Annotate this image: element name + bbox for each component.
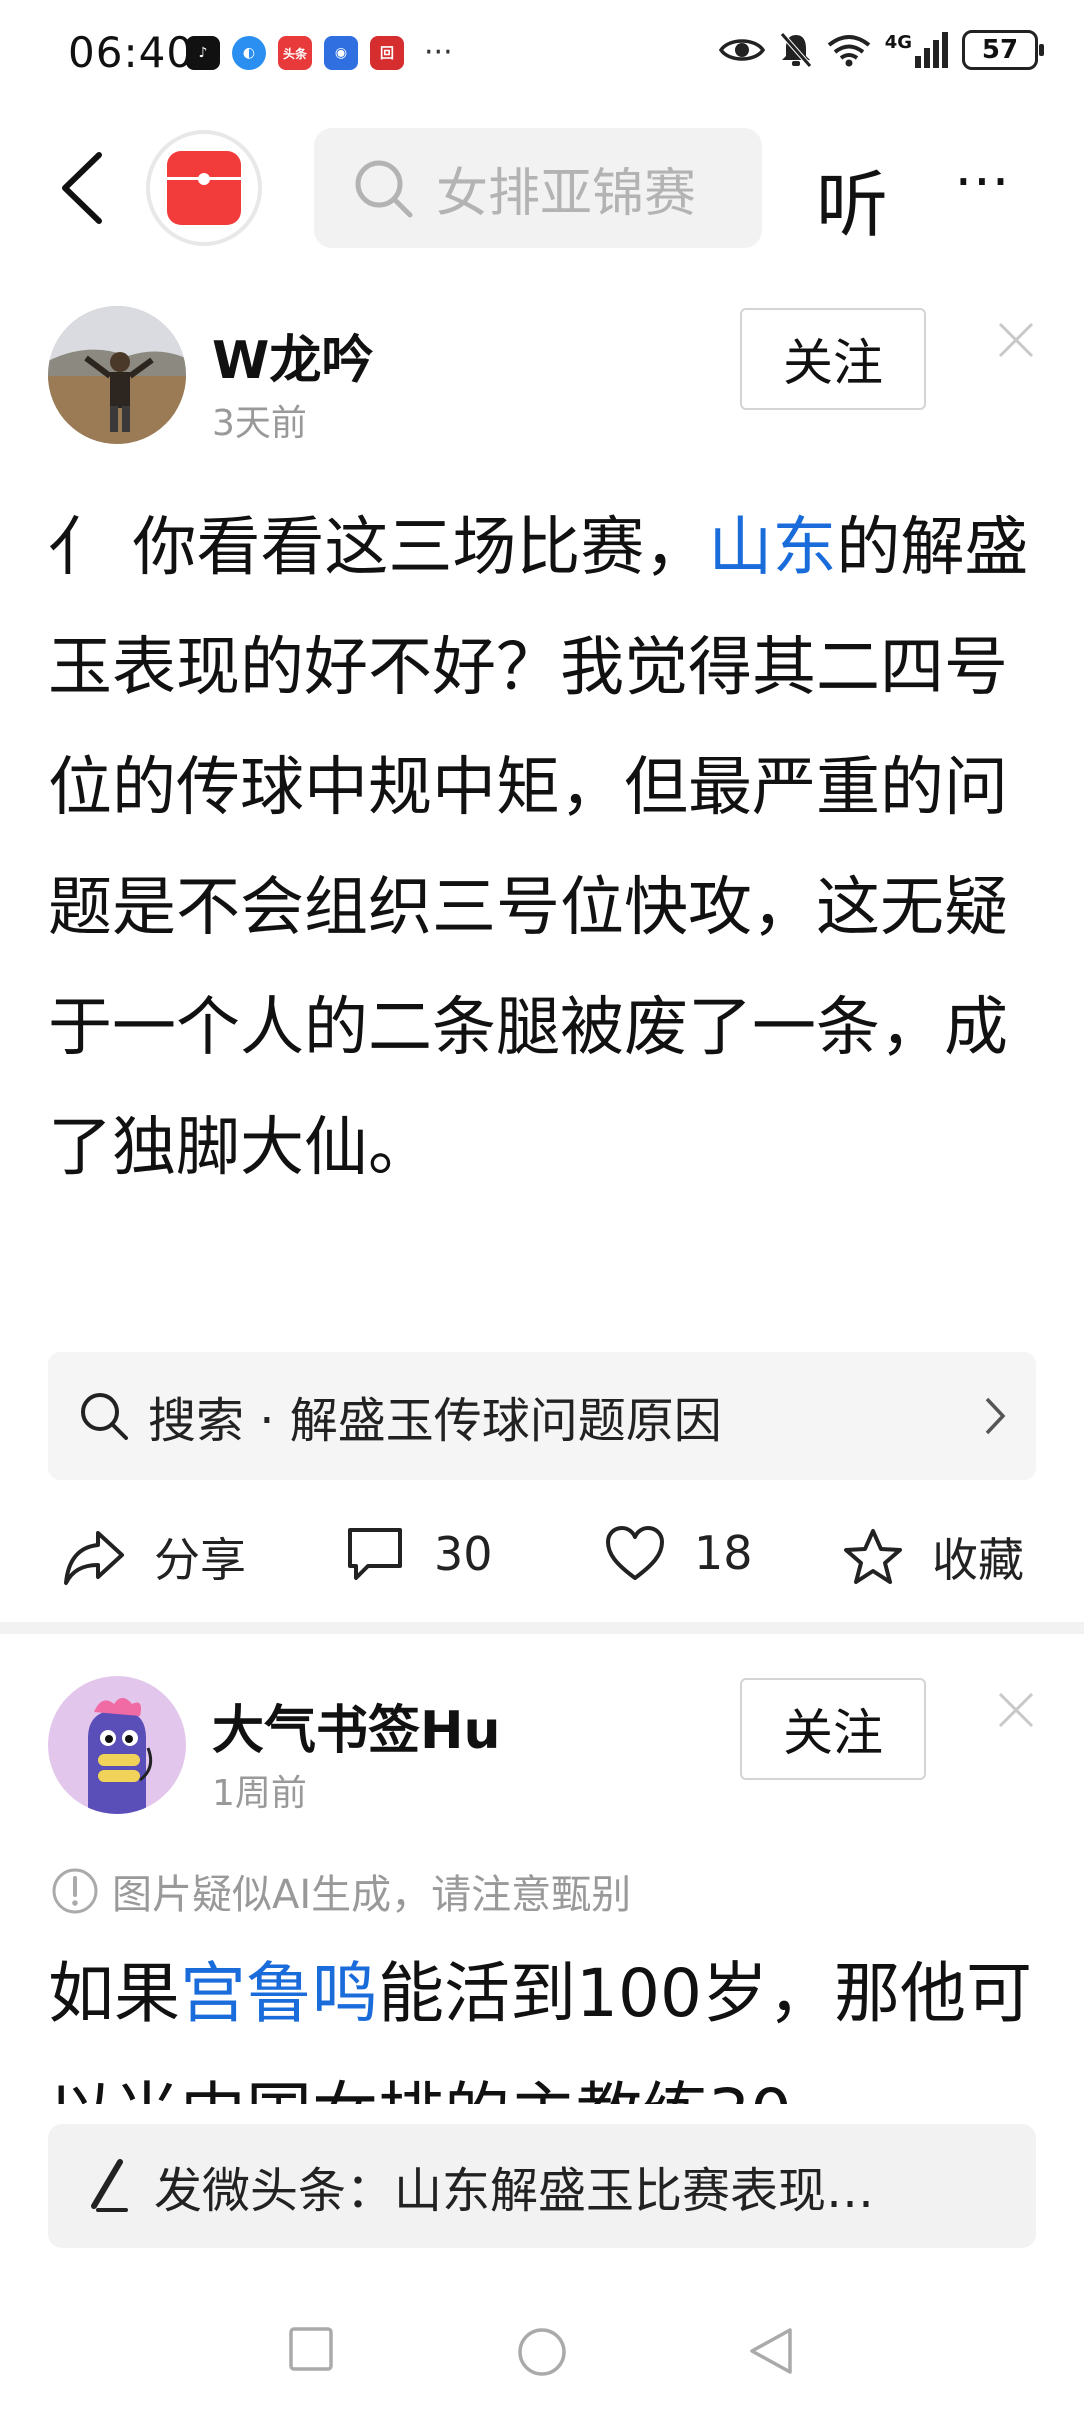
- search-icon: [355, 160, 413, 218]
- compose-bar[interactable]: 发微头条：山东解盛玉比赛表现…: [48, 2124, 1036, 2248]
- avatar-cartoon: [48, 1676, 186, 1814]
- app-blue-icon: ◉: [324, 36, 358, 70]
- follow-button[interactable]: 关注: [740, 308, 926, 410]
- post-time: 1周前: [212, 1773, 307, 1814]
- search-bar[interactable]: 女排亚锦赛: [314, 128, 762, 248]
- share-label: 分享: [154, 1533, 246, 1587]
- app-red-icon: 回: [370, 36, 404, 70]
- avatar-photo: [48, 306, 186, 444]
- post-text-prefix: 亻 你看看这三场比赛，: [48, 511, 709, 585]
- post-divider: [0, 1622, 1084, 1634]
- topic-link[interactable]: 山东: [708, 511, 836, 585]
- comment-button[interactable]: 30: [344, 1524, 493, 1584]
- tiktok-icon: ♪: [186, 36, 220, 70]
- ai-notice-text: 图片疑似AI生成，请注意甄别: [112, 1872, 632, 1918]
- listen-button[interactable]: 听: [816, 146, 888, 251]
- post-content[interactable]: 如果宫鲁鸣能活到100岁，那他可以当中国女排的主教练30: [48, 1934, 1048, 2104]
- compose-prompt: 发微头条：山东解盛玉比赛表现…: [154, 2163, 875, 2219]
- avatar[interactable]: [48, 1676, 186, 1814]
- system-nav-bar: [0, 2280, 1084, 2412]
- notification-icons: ♪ ◐ 头条 ◉ 回 ···: [186, 36, 453, 70]
- ai-generated-notice: 图片疑似AI生成，请注意甄别: [50, 1862, 631, 1920]
- back-arrow-icon: [62, 152, 102, 224]
- comment-count: 30: [434, 1527, 493, 1581]
- status-time: 06:40: [68, 28, 195, 77]
- star-icon: [844, 1529, 902, 1584]
- favorite-label: 收藏: [932, 1533, 1024, 1587]
- eye-icon: [718, 39, 765, 61]
- chevron-right-icon: [985, 1397, 1006, 1435]
- wifi-icon: [827, 35, 870, 67]
- more-options-button[interactable]: ⋯: [954, 148, 1016, 213]
- app-logo-button[interactable]: [146, 130, 262, 246]
- avatar[interactable]: [48, 306, 186, 444]
- search-suggestion-text: 搜索 · 解盛玉传球问题原因: [148, 1393, 722, 1449]
- close-icon[interactable]: [996, 320, 1036, 360]
- back-button[interactable]: [46, 148, 116, 228]
- post-text-body: 的解盛玉表现的好不好？我觉得其二四号位的传球中规中矩，但最严重的问题是不会组织三…: [48, 511, 1029, 1185]
- author-name[interactable]: W龙吟: [212, 318, 373, 393]
- heart-icon: [606, 1526, 664, 1580]
- recent-apps-button[interactable]: [288, 2326, 334, 2372]
- post-header: 大气书签Hu 1周前 关注: [0, 1676, 1084, 1826]
- follow-button[interactable]: 关注: [740, 1678, 926, 1780]
- cell-signal-icon: 4G: [885, 32, 948, 68]
- share-icon: [64, 1531, 124, 1585]
- system-back-button[interactable]: [746, 2326, 794, 2376]
- post-actions: 分享 30 18 收藏: [0, 1500, 1084, 1610]
- toutiao-logo-icon: [167, 151, 241, 225]
- browser-icon: ◐: [232, 36, 266, 70]
- network-type: 4G: [884, 32, 912, 53]
- post-text-prefix: 如果: [48, 1955, 180, 2032]
- post-time: 3天前: [212, 403, 307, 444]
- share-button[interactable]: 分享: [62, 1524, 246, 1590]
- post-content[interactable]: 亻 你看看这三场比赛，山东的解盛玉表现的好不好？我觉得其二四号位的传球中规中矩，…: [48, 488, 1048, 1208]
- status-right: 4G 57: [718, 30, 1044, 70]
- home-button[interactable]: [516, 2326, 568, 2378]
- more-notifications-icon: ···: [424, 35, 453, 70]
- pen-icon: [91, 2159, 128, 2212]
- like-count: 18: [694, 1526, 753, 1580]
- toutiao-icon: 头条: [278, 36, 312, 70]
- related-search-suggestion[interactable]: 搜索 · 解盛玉传球问题原因: [48, 1352, 1036, 1480]
- battery-indicator: 57: [962, 30, 1044, 70]
- author-name[interactable]: 大气书签Hu: [212, 1688, 501, 1763]
- favorite-button[interactable]: 收藏: [842, 1524, 1024, 1590]
- post-header: W龙吟 3天前 关注: [0, 306, 1084, 456]
- close-icon[interactable]: [996, 1690, 1036, 1730]
- info-icon: [52, 1868, 98, 1914]
- top-bar: 女排亚锦赛 听 ⋯: [0, 118, 1084, 258]
- search-icon: [81, 1393, 128, 1440]
- mute-bell-icon: [779, 32, 812, 68]
- post-content-clip: 如果宫鲁鸣能活到100岁，那他可以当中国女排的主教练30: [0, 1934, 1084, 2104]
- search-placeholder: 女排亚锦赛: [436, 163, 697, 224]
- person-link[interactable]: 宫鲁鸣: [180, 1955, 378, 2032]
- like-button[interactable]: 18: [604, 1524, 753, 1582]
- comment-icon: [348, 1528, 402, 1580]
- status-bar: 06:40 ♪ ◐ 头条 ◉ 回 ··· 4G 57: [0, 0, 1084, 110]
